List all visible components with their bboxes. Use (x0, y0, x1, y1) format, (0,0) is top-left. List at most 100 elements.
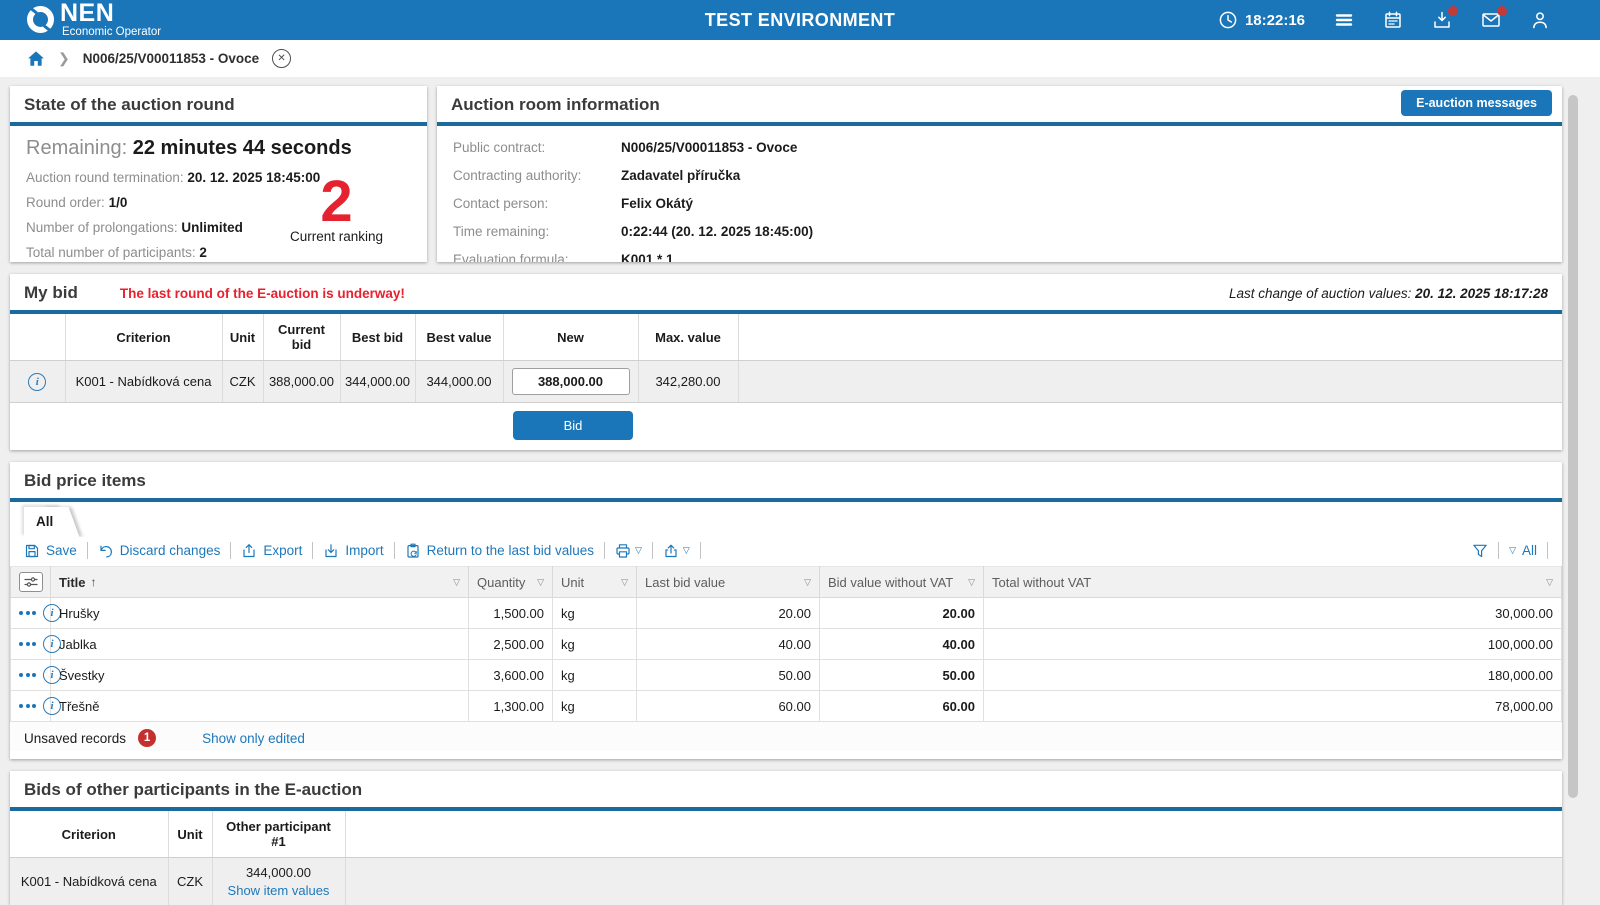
my-bid-panel: My bid The last round of the E-auction i… (10, 274, 1562, 450)
return-last-bid-values-button[interactable]: Return to the last bid values (405, 543, 594, 559)
col-unit: Unit (222, 314, 263, 361)
share-dropdown-icon[interactable]: ▽ (683, 545, 690, 556)
breadcrumb-close-icon[interactable]: ✕ (272, 49, 291, 68)
col-info (10, 314, 65, 361)
last-change-info: Last change of auction values: 20. 12. 2… (1229, 286, 1548, 301)
toolbar-separator (1547, 542, 1548, 559)
participant-bid-value: 344,000.00 (219, 865, 339, 880)
item-title-cell: Švestky (51, 660, 469, 691)
new-bid-input[interactable] (512, 368, 630, 395)
col-total-without-vat[interactable]: Total without VAT ▽ (984, 567, 1562, 598)
other-participant-row: K001 - Nabídková cena CZK 344,000.00 Sho… (10, 858, 1562, 905)
bid-value-editable-cell[interactable]: 50.00 (820, 660, 984, 691)
discard-changes-button[interactable]: Discard changes (98, 543, 221, 559)
filter-funnel-icon[interactable] (1472, 543, 1488, 559)
row-actions-icon[interactable] (19, 673, 36, 677)
other-participants-title: Bids of other participants in the E-auct… (10, 771, 1562, 807)
table-row: i Třešně 1,300.00 kg 60.00 60.00 78,000.… (11, 691, 1562, 722)
item-title-cell: Třešně (51, 691, 469, 722)
toolbar-separator (604, 542, 605, 559)
col-quantity[interactable]: Quantity ▽ (469, 567, 553, 598)
toolbar-separator (1498, 542, 1499, 559)
e-auction-messages-button[interactable]: E-auction messages (1401, 90, 1552, 116)
bid-button[interactable]: Bid (513, 411, 633, 440)
col-criterion: Criterion (10, 811, 168, 858)
col-best-value: Best value (415, 314, 503, 361)
bid-price-items-title: Bid price items (10, 462, 1562, 498)
col-last-bid-value[interactable]: Last bid value ▽ (637, 567, 820, 598)
profile-button[interactable] (1530, 10, 1550, 30)
bid-value-editable-cell[interactable]: 60.00 (820, 691, 984, 722)
tab-all[interactable]: All (24, 507, 61, 537)
total-filter-icon[interactable]: ▽ (1546, 577, 1553, 588)
criterion-info-icon[interactable]: i (28, 373, 46, 391)
nen-logo-icon (27, 6, 54, 33)
unit-cell: kg (553, 598, 637, 629)
table-row: i Švestky 3,600.00 kg 50.00 50.00 180,00… (11, 660, 1562, 691)
bid-value-editable-cell[interactable]: 20.00 (820, 598, 984, 629)
total-participants: Total number of participants: 2 (26, 245, 411, 260)
nen-logo[interactable]: NEN Economic Operator (27, 1, 161, 39)
col-bid-value-without-vat[interactable]: Bid value without VAT ▽ (820, 567, 984, 598)
share-button[interactable] (663, 543, 679, 559)
print-dropdown-icon[interactable]: ▽ (635, 545, 642, 556)
calendar-icon (1383, 10, 1403, 30)
home-icon[interactable] (27, 50, 45, 68)
bid-value-editable-cell[interactable]: 40.00 (820, 629, 984, 660)
total-cell: 30,000.00 (984, 598, 1562, 629)
col-filler (738, 314, 1562, 361)
col-item-unit[interactable]: Unit ▽ (553, 567, 637, 598)
breadcrumb-item[interactable]: N006/25/V00011853 - Ovoce (83, 51, 259, 66)
page-scrollbar[interactable] (1568, 95, 1578, 798)
title-filter-icon[interactable]: ▽ (453, 577, 460, 588)
filter-all-selector[interactable]: All (1522, 543, 1537, 558)
downloads-button[interactable] (1432, 10, 1452, 30)
current-ranking-label: Current ranking (290, 229, 383, 244)
toolbar-separator (87, 542, 88, 559)
current-ranking-value: 2 (290, 174, 383, 229)
export-button[interactable]: Export (241, 543, 302, 559)
best-value-cell: 344,000.00 (415, 361, 503, 403)
quantity-cell: 1,500.00 (469, 598, 553, 629)
table-row: i Hrušky 1,500.00 kg 20.00 20.00 30,000.… (11, 598, 1562, 629)
save-button[interactable]: Save (24, 543, 77, 559)
unit-filter-icon[interactable]: ▽ (621, 577, 628, 588)
print-button[interactable] (615, 543, 631, 559)
row-actions-icon[interactable] (19, 704, 36, 708)
unsaved-count-badge: 1 (138, 729, 156, 747)
col-other-participant: Other participant #1 (212, 811, 345, 858)
contact-person-row: Contact person:Felix Okátý (453, 189, 1546, 217)
col-max-value: Max. value (638, 314, 738, 361)
messages-notification-badge (1497, 6, 1507, 16)
remaining-time: Remaining: 22 minutes 44 seconds (26, 137, 411, 160)
calendar-button[interactable] (1383, 10, 1403, 30)
quantity-filter-icon[interactable]: ▽ (537, 577, 544, 588)
col-new: New (503, 314, 638, 361)
time-text: 18:22:16 (1245, 12, 1305, 29)
col-item-title[interactable]: Title ↑ ▽ (51, 567, 469, 598)
last-round-alert: The last round of the E-auction is under… (120, 286, 405, 301)
grid-settings-icon[interactable] (19, 572, 43, 592)
messages-button[interactable] (1481, 10, 1501, 30)
row-actions-icon[interactable] (19, 611, 36, 615)
toolbar-separator (652, 542, 653, 559)
row-actions-icon[interactable] (19, 642, 36, 646)
last-bid-filter-icon[interactable]: ▽ (804, 577, 811, 588)
col-current-bid: Current bid (263, 314, 340, 361)
unit-cell: kg (553, 691, 637, 722)
toolbar-separator (312, 542, 313, 559)
filter-dropdown-icon[interactable]: ▽ (1509, 545, 1516, 556)
show-only-edited-link[interactable]: Show only edited (202, 731, 305, 746)
item-title-cell: Jablka (51, 629, 469, 660)
table-row: i Jablka 2,500.00 kg 40.00 40.00 100,000… (11, 629, 1562, 660)
import-icon (323, 543, 339, 559)
menu-button[interactable] (1334, 10, 1354, 30)
downloads-notification-badge (1448, 6, 1458, 16)
filler-cell (738, 361, 1562, 403)
import-button[interactable]: Import (323, 543, 383, 559)
bid-value-filter-icon[interactable]: ▽ (968, 577, 975, 588)
bid-price-items-divider (10, 498, 1562, 502)
undo-icon (98, 543, 114, 559)
state-of-auction-panel: State of the auction round Remaining: 22… (10, 86, 427, 262)
show-item-values-link[interactable]: Show item values (219, 883, 339, 898)
